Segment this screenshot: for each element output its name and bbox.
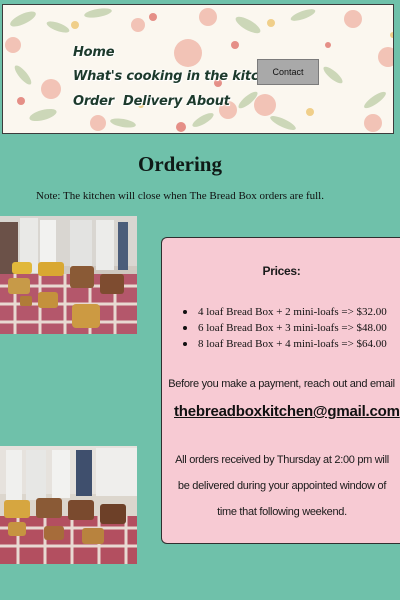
bread-loaves-photo-bottom (0, 446, 137, 564)
nav-whats-cooking-link[interactable]: What's cooking in the kitchen (73, 69, 285, 84)
email-link[interactable]: thebreadboxkitchen@gmail.com (174, 403, 400, 420)
bullet-icon (183, 342, 187, 346)
price-item-text: 6 loaf Bread Box + 3 mini-loafs => $48.0… (198, 322, 387, 334)
price-item-text: 8 loaf Bread Box + 4 mini-loafs => $64.0… (198, 338, 387, 350)
price-item: 6 loaf Bread Box + 3 mini-loafs => $48.0… (162, 320, 387, 336)
price-item: 4 loaf Bread Box + 2 mini-loafs => $32.0… (162, 304, 387, 320)
nav-order-link[interactable]: Order (73, 94, 114, 109)
contact-button[interactable]: Contact (257, 59, 319, 85)
price-list: 4 loaf Bread Box + 2 mini-loafs => $32.0… (162, 304, 387, 352)
bread-loaves-photo-top (0, 216, 137, 334)
page-title: Ordering (138, 152, 222, 176)
price-item-text: 4 loaf Bread Box + 2 mini-loafs => $32.0… (198, 306, 387, 318)
floral-banner-header: Home What's cooking in the kitchen Order… (2, 4, 394, 134)
nav-about-link[interactable]: About (187, 94, 230, 109)
kitchen-closing-note: Note: The kitchen will close when The Br… (36, 190, 324, 202)
orders-deadline-text: All orders received by Thursday at 2:00 … (175, 454, 389, 518)
nav-delivery-link[interactable]: Delivery (123, 94, 182, 109)
bullet-icon (183, 310, 187, 314)
prices-card: Prices: 4 loaf Bread Box + 2 mini-loafs … (161, 237, 400, 544)
bullet-icon (183, 326, 187, 330)
price-item: 8 loaf Bread Box + 4 mini-loafs => $64.0… (162, 336, 387, 352)
prices-heading: Prices: (262, 264, 301, 278)
nav-home-link[interactable]: Home (73, 45, 115, 60)
before-payment-text: Before you make a payment, reach out and… (168, 378, 395, 390)
